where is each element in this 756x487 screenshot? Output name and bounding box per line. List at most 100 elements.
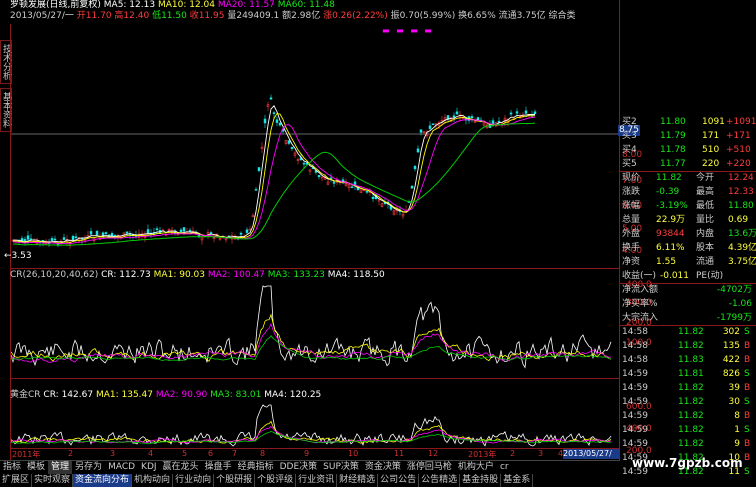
stat-label: 最高 <box>696 187 715 197</box>
extension-tab[interactable]: 基金持股 <box>460 474 502 487</box>
x-axis-label: 6 <box>208 449 214 458</box>
bid-volume: 510 <box>702 145 720 155</box>
indicator-tab[interactable]: cr <box>497 461 512 474</box>
extension-tab[interactable]: 行业动向 <box>173 474 215 487</box>
indicator-tab[interactable]: 管理 <box>48 461 73 474</box>
bid-row: 买5 11.77 220 +220 <box>620 157 756 171</box>
extension-tab[interactable]: 个股评级 <box>255 474 297 487</box>
tick-time: 14:59 <box>622 439 648 449</box>
x-axis-label: 12 <box>428 449 439 458</box>
stat-value: 13.6万 <box>728 229 756 239</box>
candle-body <box>26 235 30 240</box>
gold-cr-ma1: MA1: 135.47 <box>95 390 153 400</box>
indicator-tab[interactable]: 指标 <box>0 461 24 474</box>
tick-price: 11.83 <box>678 355 704 365</box>
pe-label[interactable]: PE(动) <box>696 269 723 283</box>
tick-time: 14:59 <box>622 383 648 393</box>
stat-label: 现价 <box>622 173 641 183</box>
x-axis-label: 10 <box>348 449 359 458</box>
extension-tab[interactable]: 基金系 <box>501 474 534 487</box>
extension-tab[interactable]: 实时观察 <box>32 474 74 487</box>
candle-body <box>104 232 108 234</box>
ma5-line <box>13 105 536 243</box>
candle-body <box>155 228 159 230</box>
tick-time: 14:59 <box>622 425 648 435</box>
gold-cr-title[interactable]: 黄金CR <box>10 390 41 400</box>
ma20-label: MA20: 11.57 <box>217 0 275 10</box>
float-label: 流通3.75亿 <box>498 11 546 21</box>
stock-title[interactable]: 罗顿发展(日线,前复权) <box>10 0 101 10</box>
extension-tab[interactable]: 公司公告 <box>378 474 420 487</box>
extension-tab[interactable]: 财经精选 <box>337 474 379 487</box>
income-label: 收益(一) <box>622 271 657 281</box>
bid-volume: 171 <box>702 131 720 141</box>
indicator-tab[interactable]: 资金决策 <box>362 461 404 474</box>
indicator-tab[interactable]: 涨停回马枪 <box>404 461 455 474</box>
candle-body <box>452 115 456 118</box>
sector-label[interactable]: 综合类 <box>549 11 576 21</box>
indicator-tab[interactable]: DDE决策 <box>277 461 321 474</box>
x-axis-label: 7 <box>232 449 238 458</box>
flow-value: -4702万 <box>716 285 752 295</box>
cr-ma3: MA3: 133.23 <box>267 270 325 280</box>
indicator-header: 罗顿发展(日线,前复权) MA5: 12.13 MA10: 12.04 MA20… <box>10 0 335 11</box>
indicator-tab[interactable]: KDJ <box>138 461 160 474</box>
bid-price: 11.78 <box>660 145 686 155</box>
extension-tab[interactable]: 个股研报 <box>214 474 256 487</box>
ma20-line <box>13 116 536 245</box>
tick-volume: 1 <box>734 425 740 435</box>
stat-label: 股本 <box>696 243 715 253</box>
bid-price: 11.79 <box>660 131 686 141</box>
bid-change: +1091 <box>726 117 756 127</box>
candle-body <box>410 185 414 189</box>
tick-time: 14:59 <box>622 411 648 421</box>
candle-body <box>146 229 150 234</box>
cr-title[interactable]: CR(26,10,20,40,62) <box>10 270 98 280</box>
tick-price: 11.82 <box>678 425 704 435</box>
indicator-tab[interactable]: SUP决策 <box>320 461 362 474</box>
indicator-tab[interactable]: 赢在龙头 <box>160 461 202 474</box>
tick-row: 14:58 11.82 302 S <box>620 325 756 339</box>
candle-body <box>419 129 423 133</box>
indicator-tab[interactable]: 操盘手 <box>202 461 235 474</box>
amplitude-label: 振0.70(5.99%) <box>390 11 456 21</box>
price-chart[interactable] <box>11 25 619 268</box>
open-label: 开11.70 <box>76 11 112 21</box>
extension-tab[interactable]: 机构动向 <box>132 474 174 487</box>
stat-label: 净资 <box>622 257 641 267</box>
stat-value: 11.80 <box>728 201 754 211</box>
gold-cr-chart[interactable] <box>11 401 619 448</box>
cr-chart[interactable] <box>11 282 619 377</box>
indicator-tab[interactable]: 机构大户 <box>455 461 497 474</box>
candle-body <box>209 232 213 234</box>
bid-price: 11.80 <box>660 117 686 127</box>
candle-body <box>278 122 282 126</box>
tick-time: 14:58 <box>622 341 648 351</box>
tick-price: 11.82 <box>678 439 704 449</box>
indicator-tab[interactable]: 经典指标 <box>235 461 277 474</box>
flow-row: 净买率% -1.06 <box>620 297 756 311</box>
candle-body <box>509 112 513 115</box>
extension-tab[interactable]: 资金流向分布 <box>73 474 133 487</box>
extension-tab[interactable]: 扩展区 <box>0 474 33 487</box>
bid-row: 买2 11.80 1091 +1091 <box>620 115 756 129</box>
candle-body <box>470 116 474 119</box>
tick-side: B <box>744 411 751 421</box>
stat-value: 12.33 <box>728 187 754 197</box>
bid-row: 买3 11.79 171 +171 <box>620 129 756 143</box>
stat-label: 内盘 <box>696 229 715 239</box>
candle-body <box>71 235 75 241</box>
x-axis-label: 5 <box>182 449 188 458</box>
extension-tab[interactable]: 公告精选 <box>419 474 461 487</box>
tick-side: B <box>744 341 751 351</box>
tick-time: 14:58 <box>622 327 648 337</box>
tick-volume: 39 <box>728 383 740 393</box>
stat-label: 涨跌 <box>622 187 641 197</box>
indicator-tab[interactable]: MACD <box>105 461 138 474</box>
extension-tab[interactable]: 行业资讯 <box>296 474 338 487</box>
candle-body <box>332 182 336 184</box>
candle-body <box>263 118 267 124</box>
stat-value: -3.19% <box>656 201 688 211</box>
indicator-tab[interactable]: 另存为 <box>72 461 105 474</box>
indicator-tab[interactable]: 模板 <box>24 461 48 474</box>
